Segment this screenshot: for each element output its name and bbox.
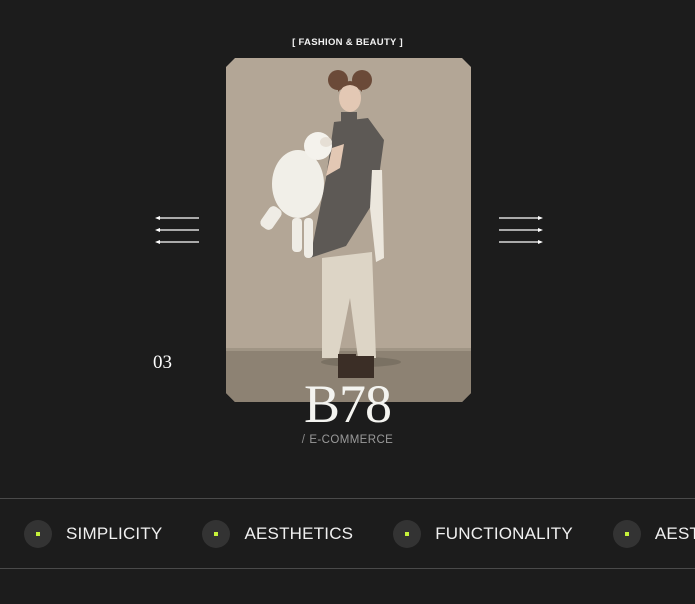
project-image[interactable] [226, 58, 471, 402]
prev-arrow-button[interactable] [155, 214, 201, 246]
ticker-label: AESTHETICS [244, 523, 354, 543]
ticker-item: AESTHETICS [202, 519, 354, 548]
ticker-label: FUNCTIONALITY [435, 523, 573, 543]
project-title[interactable]: B78 [0, 375, 695, 433]
project-subtitle: / E-COMMERCE [0, 434, 695, 446]
bullet-dot-icon [202, 519, 231, 548]
project-photo [226, 58, 471, 402]
bullet-dot-icon [612, 519, 641, 548]
slide-counter: 03 [153, 352, 172, 373]
bullet-dot-icon [24, 519, 52, 548]
ticker-label: AESTHETICS [654, 523, 695, 543]
ticker-track: SIMPLICITY AESTHETICS FUNCTIONALITY AEST… [24, 499, 695, 568]
project-category-text: E-COMMERCE [309, 434, 394, 446]
ticker-item: AESTHETICS [612, 519, 695, 548]
ticker-label: SIMPLICITY [66, 523, 163, 543]
values-ticker: SIMPLICITY AESTHETICS FUNCTIONALITY AEST… [0, 498, 695, 569]
subtitle-separator: / [301, 434, 306, 446]
ticker-item: FUNCTIONALITY [393, 519, 573, 548]
ticker-item: SIMPLICITY [24, 519, 163, 548]
category-label: [ FASHION & BEAUTY ] [292, 37, 403, 48]
next-arrow-button[interactable] [497, 214, 543, 246]
bullet-dot-icon [393, 519, 422, 548]
